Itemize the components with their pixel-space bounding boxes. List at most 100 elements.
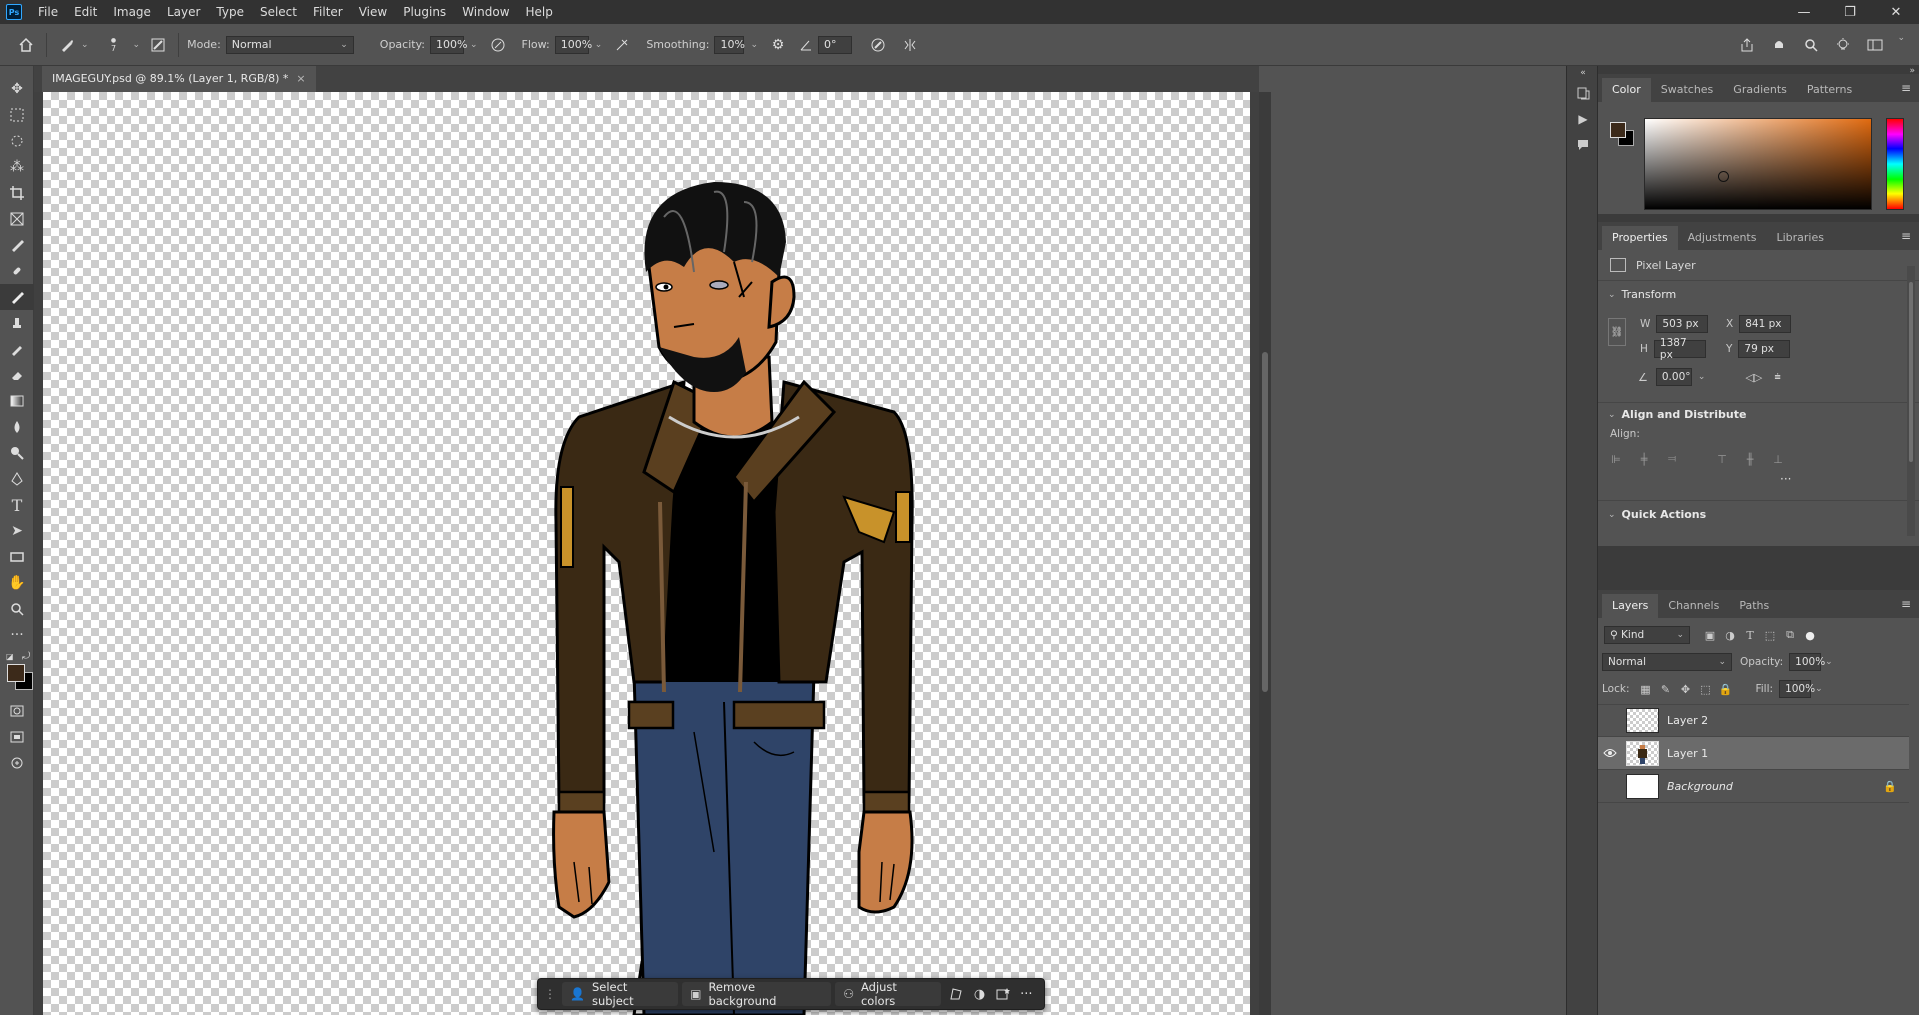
marquee-tool-icon[interactable] xyxy=(0,102,34,128)
workspace-icon[interactable] xyxy=(1863,33,1887,57)
close-icon[interactable]: × xyxy=(296,72,305,85)
rectangle-tool-icon[interactable] xyxy=(0,544,34,570)
filter-smart-object-icon[interactable]: ⧉ xyxy=(1780,626,1800,644)
tab-layers[interactable]: Layers xyxy=(1602,594,1659,618)
chevron-down-icon[interactable]: ⌄ xyxy=(133,40,141,50)
tab-gradients[interactable]: Gradients xyxy=(1723,78,1797,102)
menu-file[interactable]: File xyxy=(30,0,66,24)
panel-menu-icon[interactable]: ≡ xyxy=(1901,229,1911,243)
document-tab[interactable]: IMAGEGUY.psd @ 89.1% (Layer 1, RGB/8) * × xyxy=(42,66,316,92)
pen-tool-icon[interactable] xyxy=(0,466,34,492)
vertical-scrollbar[interactable] xyxy=(1259,92,1271,1015)
layer-row[interactable]: Layer 1 xyxy=(1598,737,1909,770)
scroll-thumb[interactable] xyxy=(1262,352,1268,692)
tab-adjustments[interactable]: Adjustments xyxy=(1678,226,1767,250)
width-field[interactable]: 503 px xyxy=(1656,315,1709,333)
menu-view[interactable]: View xyxy=(351,0,395,24)
lock-transparent-icon[interactable]: ▦ xyxy=(1635,680,1655,698)
color-swatches[interactable]: ◪ ⤾ xyxy=(0,648,33,698)
hand-tool-icon[interactable]: ✋ xyxy=(0,570,34,596)
select-subject-button[interactable]: 👤 Select subject xyxy=(562,980,679,1008)
transform-icon[interactable] xyxy=(945,982,968,1006)
share-icon[interactable] xyxy=(1735,33,1759,57)
brush-settings-icon[interactable] xyxy=(146,33,170,57)
tab-paths[interactable]: Paths xyxy=(1729,594,1779,618)
remove-background-button[interactable]: ▣ Remove background xyxy=(682,980,832,1008)
menu-layer[interactable]: Layer xyxy=(159,0,208,24)
screen-mode-icon[interactable] xyxy=(0,724,34,750)
eraser-tool-icon[interactable] xyxy=(0,362,34,388)
tab-channels[interactable]: Channels xyxy=(1658,594,1729,618)
transform-section-header[interactable]: ⌄ Transform xyxy=(1608,288,1676,301)
menu-edit[interactable]: Edit xyxy=(66,0,105,24)
menu-select[interactable]: Select xyxy=(252,0,305,24)
close-window-button[interactable]: ✕ xyxy=(1873,0,1919,24)
menu-window[interactable]: Window xyxy=(454,0,517,24)
flip-vertical-icon[interactable]: ⩧ xyxy=(1774,370,1780,384)
angle-field[interactable]: 0.00° xyxy=(1655,368,1692,386)
pressure-size-icon[interactable] xyxy=(866,33,890,57)
hue-slider[interactable] xyxy=(1886,118,1904,210)
adjust-colors-button[interactable]: ⚇ Adjust colors xyxy=(835,980,941,1008)
generative-ai-icon[interactable] xyxy=(0,750,34,776)
menu-type[interactable]: Type xyxy=(208,0,252,24)
type-tool-icon[interactable]: T xyxy=(0,492,34,518)
path-selection-tool-icon[interactable]: ➤ xyxy=(0,518,34,544)
panel-menu-icon[interactable]: ≡ xyxy=(1901,597,1911,611)
gear-icon[interactable]: ⚙ xyxy=(766,33,790,57)
tab-patterns[interactable]: Patterns xyxy=(1797,78,1862,102)
minimize-button[interactable]: — xyxy=(1781,0,1827,24)
chevron-down-icon[interactable]: ⌄ xyxy=(470,40,478,50)
tab-libraries[interactable]: Libraries xyxy=(1766,226,1834,250)
history-icon[interactable] xyxy=(1567,80,1599,106)
magic-wand-tool-icon[interactable]: ⁂ xyxy=(0,154,34,180)
align-right-icon[interactable]: ⫤ xyxy=(1662,450,1682,468)
lock-icon[interactable]: 🔒 xyxy=(1883,780,1897,793)
gradient-tool-icon[interactable] xyxy=(0,388,34,414)
blur-tool-icon[interactable] xyxy=(0,414,34,440)
align-middle-icon[interactable]: ╫ xyxy=(1740,450,1760,468)
kind-filter-dropdown[interactable]: ⚲ Kind ⌄ xyxy=(1604,626,1690,644)
foreground-color-swatch[interactable] xyxy=(7,664,25,682)
fill-field[interactable]: 100% xyxy=(1779,680,1815,698)
color-panel-swatches[interactable] xyxy=(1610,122,1636,148)
drag-handle-icon[interactable]: ⋮ xyxy=(544,987,556,1001)
lock-position-icon[interactable]: ✥ xyxy=(1675,680,1695,698)
chevron-down-icon[interactable]: ⌄ xyxy=(1825,657,1833,667)
more-align-options-icon[interactable]: ··· xyxy=(1780,472,1791,486)
foreground-color-swatch[interactable] xyxy=(1610,122,1626,138)
eyedropper-tool-icon[interactable] xyxy=(0,232,34,258)
chevron-down-icon[interactable]: ⌄ xyxy=(1897,33,1905,57)
layer-opacity-field[interactable]: 100% xyxy=(1789,653,1825,671)
filter-shape-icon[interactable]: ⬚ xyxy=(1760,626,1780,644)
tab-properties[interactable]: Properties xyxy=(1602,226,1678,250)
brush-preset-icon[interactable] xyxy=(55,33,79,57)
notification-bell-icon[interactable] xyxy=(1767,33,1791,57)
zoom-tool-icon[interactable] xyxy=(0,596,34,622)
link-dimensions-icon[interactable]: ⛓ xyxy=(1608,318,1626,346)
filter-toggle-icon[interactable]: ● xyxy=(1800,626,1820,644)
x-field[interactable]: 841 px xyxy=(1739,315,1792,333)
align-left-icon[interactable]: ⊫ xyxy=(1606,450,1626,468)
opacity-field[interactable]: 100% xyxy=(430,35,467,54)
lock-artboard-icon[interactable]: ⬚ xyxy=(1695,680,1715,698)
tab-color[interactable]: Color xyxy=(1602,78,1651,102)
default-colors-icon[interactable]: ◪ xyxy=(6,652,14,661)
generative-fill-icon[interactable] xyxy=(991,982,1014,1006)
more-tools-icon[interactable]: ··· xyxy=(0,622,34,648)
move-tool-icon[interactable]: ✥ xyxy=(0,76,34,102)
object-selection-tool-icon[interactable] xyxy=(0,128,34,154)
properties-scrollbar[interactable] xyxy=(1907,266,1915,536)
chevron-down-icon[interactable]: ⌄ xyxy=(1698,372,1706,382)
angle-field[interactable]: 0° xyxy=(818,35,853,54)
menu-help[interactable]: Help xyxy=(518,0,561,24)
align-top-icon[interactable]: ⊤ xyxy=(1712,450,1732,468)
quick-mask-icon[interactable] xyxy=(0,698,34,724)
panel-menu-icon[interactable]: ≡ xyxy=(1901,81,1911,95)
more-options-icon[interactable]: ··· xyxy=(1015,982,1038,1006)
align-section-header[interactable]: ⌄ Align and Distribute xyxy=(1608,408,1746,421)
brush-tool-icon[interactable] xyxy=(0,284,34,310)
blend-mode-dropdown[interactable]: Normal ⌄ xyxy=(1602,653,1732,671)
pressure-opacity-icon[interactable] xyxy=(486,33,510,57)
healing-brush-tool-icon[interactable] xyxy=(0,258,34,284)
